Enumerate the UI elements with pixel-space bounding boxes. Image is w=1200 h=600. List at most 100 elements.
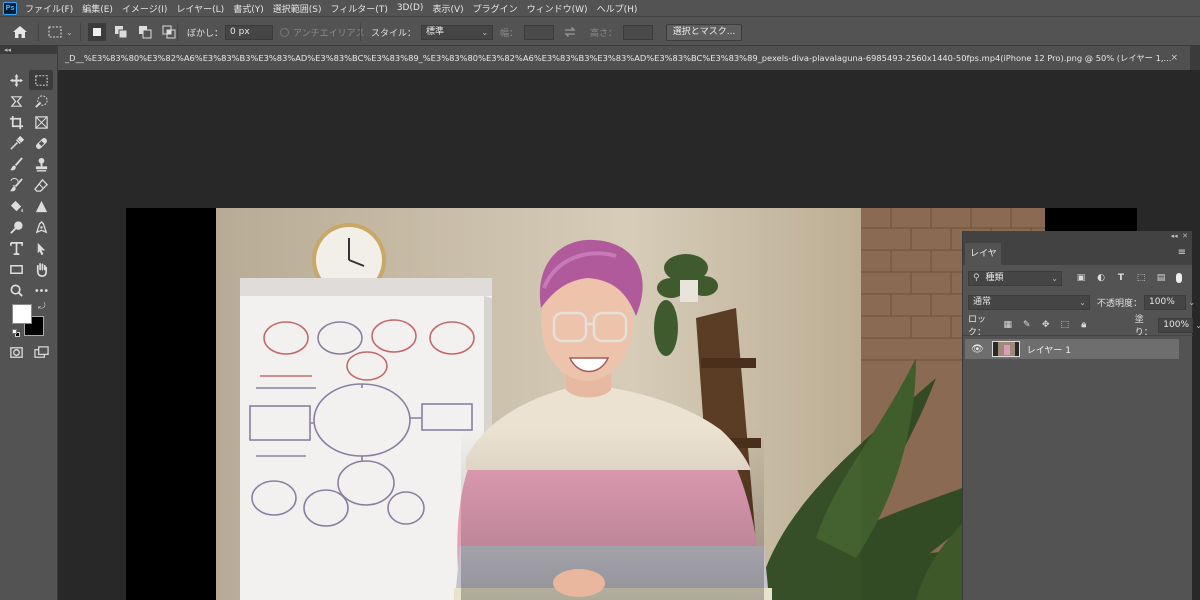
lasso-tool[interactable] — [4, 91, 28, 111]
panel-menu-icon[interactable]: ≡ — [1178, 247, 1186, 258]
menu-filter[interactable]: フィルター(T) — [330, 2, 387, 15]
canvas-image[interactable] — [216, 208, 1045, 600]
lock-pixels-icon[interactable]: ✎ — [1020, 318, 1034, 332]
blur-tool[interactable] — [29, 196, 53, 216]
width-label: 幅： — [500, 28, 519, 39]
more-tools-button[interactable] — [29, 280, 53, 300]
select-and-mask-button[interactable]: 選択とマスク... — [666, 23, 742, 41]
width-input[interactable] — [524, 24, 555, 40]
dodge-tool[interactable] — [4, 217, 28, 237]
height-input[interactable] — [623, 24, 654, 40]
filter-toggle-icon[interactable] — [1176, 273, 1182, 283]
quick-mask-button[interactable] — [4, 342, 28, 362]
hand-tool[interactable] — [29, 259, 53, 279]
lock-artboard-icon[interactable]: ⬚ — [1058, 318, 1072, 332]
paint-bucket-tool[interactable] — [4, 196, 28, 216]
photo-scene — [216, 208, 1045, 600]
menu-select[interactable]: 選択範囲(S) — [273, 2, 322, 15]
default-colors-icon[interactable] — [12, 329, 20, 337]
lock-position-icon[interactable]: ✥ — [1039, 318, 1053, 332]
layer-filter-value: 種類 — [985, 272, 1004, 283]
crop-tool[interactable] — [4, 112, 28, 132]
marquee-preset-picker[interactable]: ⌄ — [48, 17, 73, 47]
toolbar: ⤾ — [0, 54, 58, 600]
eyedropper-icon — [9, 135, 24, 150]
foreground-color-swatch[interactable] — [12, 304, 32, 324]
move-tool[interactable] — [4, 70, 28, 90]
lock-transparency-icon[interactable]: ▦ — [1001, 318, 1015, 332]
new-selection-button[interactable] — [88, 23, 106, 41]
blend-mode-value: 通常 — [973, 296, 992, 307]
menu-layer[interactable]: レイヤー(L) — [176, 2, 224, 15]
opacity-input[interactable]: 100% ⌄ — [1144, 294, 1195, 310]
crop-icon — [9, 115, 23, 129]
menu-plugins[interactable]: プラグイン — [473, 2, 518, 15]
zoom-tool[interactable] — [4, 280, 28, 300]
frame-tool[interactable] — [29, 112, 53, 132]
more-icon — [34, 288, 48, 292]
home-button[interactable] — [12, 17, 28, 47]
type-tool[interactable] — [4, 238, 28, 258]
clone-stamp-tool[interactable] — [29, 154, 53, 174]
rectangle-tool[interactable] — [4, 259, 28, 279]
fill-input[interactable]: 100% ⌄ — [1158, 317, 1200, 333]
options-bar: ⌄ ぼかし： 0 px アンチエイリアス スタイル： 標準 ⌄ 幅： 高さ： 選… — [0, 16, 1200, 46]
chevron-down-icon: ⌄ — [1079, 297, 1086, 307]
rect-marquee-icon — [34, 74, 48, 86]
photoshop-logo[interactable]: Ps — [3, 1, 17, 15]
menu-3d[interactable]: 3D(D) — [397, 3, 424, 13]
document-title: _D__%E3%83%80%E3%82%A6%E3%83%B3%E3%83%AD… — [65, 53, 1172, 63]
filter-pixel-icon[interactable]: ▣ — [1074, 271, 1088, 285]
blend-mode-select[interactable]: 通常 ⌄ — [968, 294, 1090, 310]
history-brush-tool[interactable] — [4, 175, 28, 195]
swap-colors-icon[interactable]: ⤾ — [38, 302, 46, 312]
document-tab[interactable]: _D__%E3%83%80%E3%82%A6%E3%83%B3%E3%83%AD… — [58, 46, 1190, 70]
swap-arrows-icon — [564, 27, 576, 37]
layer-name: レイヤー 1 — [1026, 345, 1072, 356]
filter-adjustment-icon[interactable]: ◐ — [1094, 271, 1108, 285]
screen-mode-button[interactable] — [29, 342, 53, 362]
eraser-tool[interactable] — [29, 175, 53, 195]
feather-label: ぼかし： — [187, 28, 224, 39]
intersect-selection-button[interactable] — [160, 23, 178, 41]
menu-file[interactable]: ファイル(F) — [25, 2, 73, 15]
add-to-selection-button[interactable] — [112, 23, 130, 41]
filter-type-icon[interactable]: T — [1114, 271, 1128, 285]
eyedropper-tool[interactable] — [4, 133, 28, 153]
layer-item[interactable]: 👁︎ レイヤー 1 — [965, 339, 1179, 359]
style-select[interactable]: 標準 ⌄ — [421, 24, 494, 40]
feather-input[interactable]: 0 px — [225, 24, 274, 40]
menu-type[interactable]: 書式(Y) — [233, 2, 264, 15]
layer-filter-select[interactable]: ⚲ 種類 ⌄ — [968, 270, 1062, 286]
menu-window[interactable]: ウィンドウ(W) — [527, 2, 588, 15]
close-icon[interactable]: × — [1170, 46, 1178, 70]
path-selection-tool[interactable] — [29, 238, 53, 258]
opacity-value: 100% — [1149, 296, 1175, 307]
eye-icon[interactable]: 👁︎ — [971, 344, 984, 355]
menu-bar: Ps ファイル(F) 編集(E) イメージ(I) レイヤー(L) 書式(Y) 選… — [0, 0, 1200, 16]
filter-shape-icon[interactable]: ⬚ — [1134, 271, 1148, 285]
quick-mask-icon — [9, 346, 23, 358]
panel-collapse[interactable]: ◂◂ ✕ — [963, 231, 1192, 241]
filter-smart-object-icon[interactable]: ▤ — [1154, 271, 1168, 285]
healing-brush-tool[interactable] — [29, 133, 53, 153]
hand-icon — [36, 262, 47, 277]
layers-panel: ◂◂ ✕ レイヤー ≡ ⚲ 種類 ⌄ ▣ ◐ T ⬚ ▤ 通常 ⌄ 不透明度： … — [962, 231, 1200, 600]
brush-tool[interactable] — [4, 154, 28, 174]
chevron-down-icon: ⌄ — [1051, 273, 1058, 283]
lock-all-icon[interactable]: 🔒︎ — [1077, 318, 1091, 332]
triangle-icon — [35, 200, 47, 212]
pen-tool[interactable] — [29, 217, 53, 237]
toolbar-collapse[interactable]: ◂◂ — [0, 46, 58, 54]
quick-selection-tool[interactable] — [29, 91, 53, 111]
menu-edit[interactable]: 編集(E) — [82, 2, 113, 15]
menu-view[interactable]: 表示(V) — [432, 2, 463, 15]
rectangular-marquee-tool[interactable] — [29, 70, 53, 90]
menu-image[interactable]: イメージ(I) — [122, 2, 168, 15]
menu-help[interactable]: ヘルプ(H) — [597, 2, 638, 15]
chevron-down-icon: ⌄ — [66, 27, 73, 37]
tab-layers[interactable]: レイヤー — [965, 243, 1001, 281]
swap-dimensions-button[interactable] — [563, 17, 577, 47]
antialias-checkbox[interactable] — [280, 27, 289, 37]
subtract-selection-button[interactable] — [136, 23, 154, 41]
